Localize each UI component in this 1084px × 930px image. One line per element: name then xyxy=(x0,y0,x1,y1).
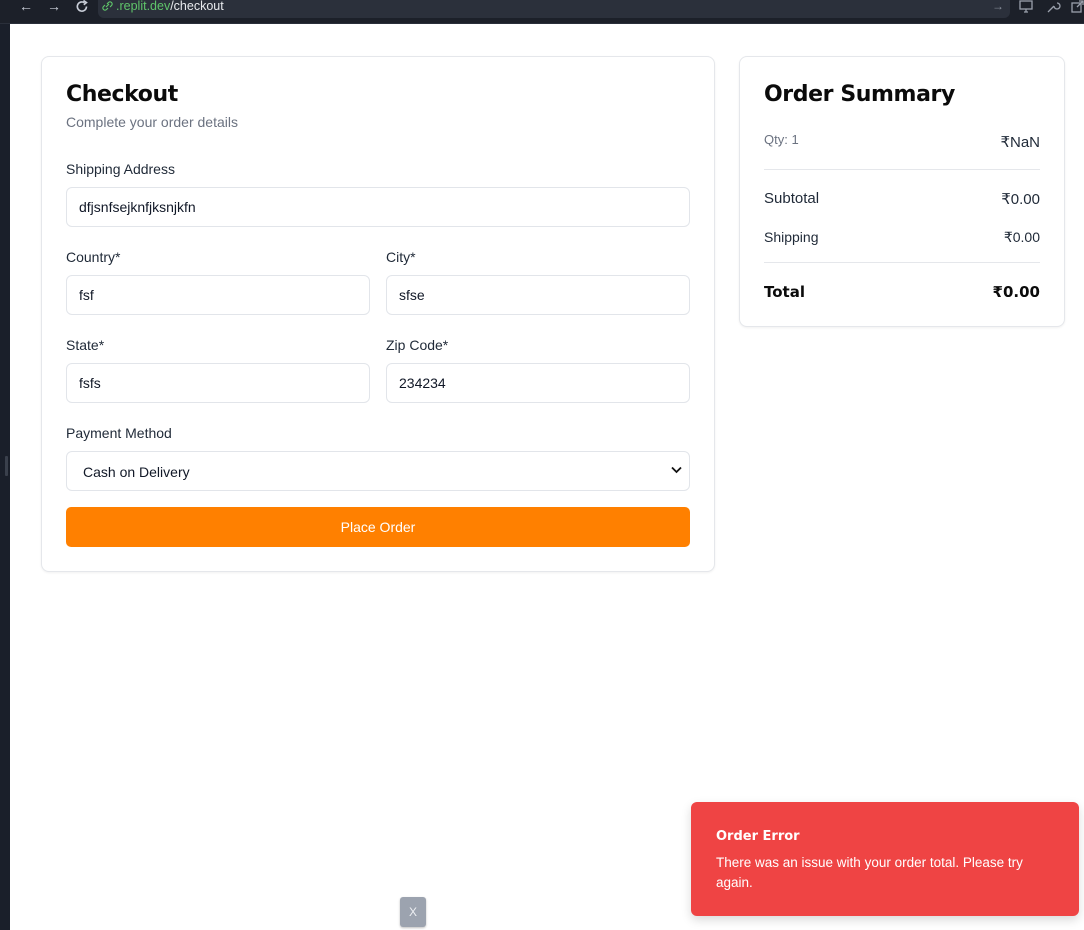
city-label: City* xyxy=(386,249,416,265)
reload-icon[interactable] xyxy=(73,0,91,14)
place-order-button[interactable]: Place Order xyxy=(66,507,690,547)
resize-handle[interactable] xyxy=(5,456,8,476)
forward-arrow-icon[interactable]: → xyxy=(45,0,63,14)
checkout-title: Checkout xyxy=(66,82,178,107)
subtotal-label: Subtotal xyxy=(764,190,820,207)
side-panel-edge xyxy=(0,24,10,930)
state-label: State* xyxy=(66,337,105,353)
shipping-address-input[interactable] xyxy=(66,187,690,227)
state-input[interactable] xyxy=(66,363,370,403)
order-summary-card: Order Summary Qty: 1 ₹NaN Subtotal ₹0.00… xyxy=(739,56,1065,327)
dismiss-button[interactable]: X xyxy=(400,897,426,927)
browser-toolbar: ← → .replit.dev/checkout → xyxy=(0,0,1084,24)
external-link-icon[interactable] xyxy=(1070,0,1084,14)
item-price: ₹NaN xyxy=(1000,134,1040,151)
checkout-subtitle: Complete your order details xyxy=(66,114,238,130)
toast-message: There was an issue with your order total… xyxy=(716,855,1023,890)
total-label: Total xyxy=(764,283,805,301)
payment-method-select[interactable]: Cash on Delivery xyxy=(66,451,690,491)
city-input[interactable] xyxy=(386,275,690,315)
error-toast[interactable]: Order Error There was an issue with your… xyxy=(691,802,1079,916)
divider xyxy=(764,169,1040,170)
monitor-icon[interactable] xyxy=(1018,0,1034,14)
toast-title: Order Error xyxy=(716,829,800,844)
shipping-value: ₹0.00 xyxy=(1003,229,1040,245)
zip-code-input[interactable] xyxy=(386,363,690,403)
order-summary-title: Order Summary xyxy=(764,82,955,107)
zip-code-label: Zip Code* xyxy=(386,337,449,353)
payment-method-value: Cash on Delivery xyxy=(83,464,190,480)
shipping-label: Shipping xyxy=(764,229,819,245)
wrench-icon[interactable] xyxy=(1045,0,1061,14)
url-text: .replit.dev/checkout xyxy=(116,0,224,13)
go-arrow-icon[interactable]: → xyxy=(992,0,1004,12)
divider xyxy=(764,262,1040,263)
qty-label: Qty: 1 xyxy=(764,132,799,147)
address-bar[interactable]: .replit.dev/checkout → xyxy=(98,0,1010,18)
country-input[interactable] xyxy=(66,275,370,315)
subtotal-value: ₹0.00 xyxy=(1001,191,1040,208)
country-label: Country* xyxy=(66,249,121,265)
payment-method-label: Payment Method xyxy=(66,425,172,441)
link-icon xyxy=(102,1,113,11)
shipping-address-label: Shipping Address xyxy=(66,161,175,177)
checkout-card: Checkout Complete your order details Shi… xyxy=(41,56,715,572)
total-value: ₹0.00 xyxy=(992,283,1040,301)
back-arrow-icon[interactable]: ← xyxy=(17,0,35,14)
chevron-down-icon xyxy=(671,466,682,474)
